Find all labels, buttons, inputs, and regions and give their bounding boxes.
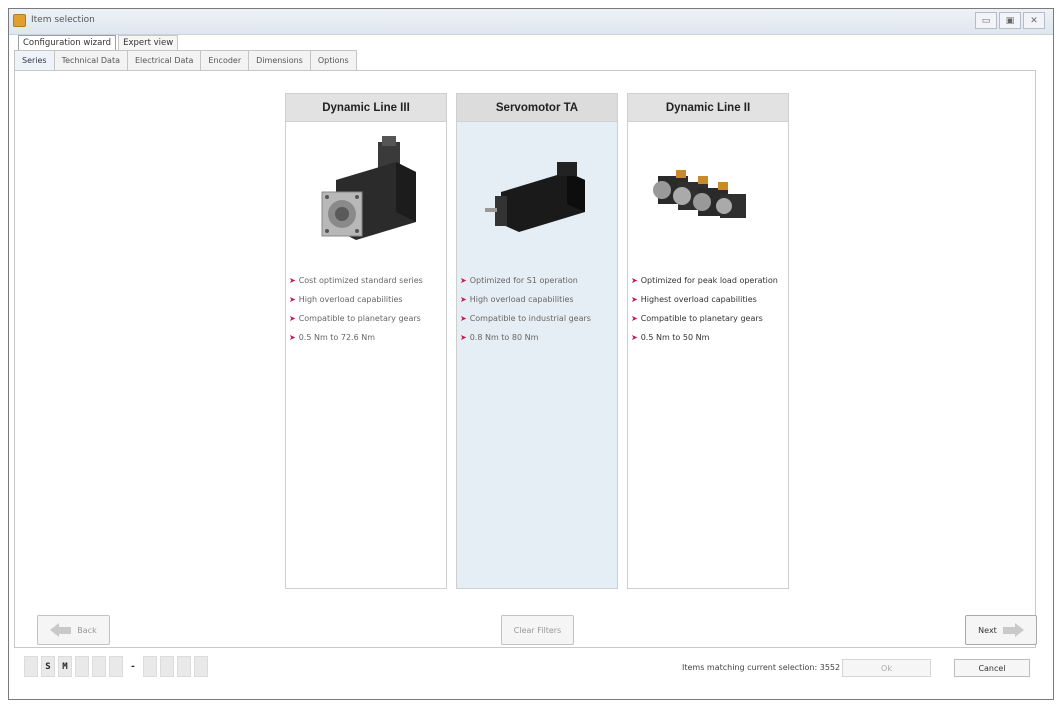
code-char	[92, 656, 106, 677]
tab-dimensions[interactable]: Dimensions	[248, 50, 311, 70]
arrow-right-icon: ➤	[631, 295, 638, 304]
back-button[interactable]: Back	[37, 615, 110, 645]
app-icon	[13, 14, 26, 27]
tab-series[interactable]: Series	[14, 50, 55, 70]
minimize-icon[interactable]: ▭	[975, 12, 997, 29]
code-char	[160, 656, 174, 677]
matching-count: Items matching current selection: 3552	[682, 663, 841, 672]
code-char: S	[41, 656, 55, 677]
feature-item: ➤ Cost optimized standard series	[289, 276, 423, 285]
tab-electrical-data[interactable]: Electrical Data	[127, 50, 202, 70]
series-card-dynamic-line-ii[interactable]: Dynamic Line II ➤ Optimized for peak load…	[627, 93, 789, 589]
next-label: Next	[978, 625, 997, 635]
arrow-right-icon: ➤	[460, 333, 467, 342]
feature-item: ➤ 0.5 Nm to 72.6 Nm	[289, 333, 375, 342]
feature-item: ➤ 0.5 Nm to 50 Nm	[631, 333, 710, 342]
feature-item: ➤ Highest overload capabilities	[631, 295, 757, 304]
window-title: Item selection	[31, 15, 95, 25]
maximize-icon[interactable]: ▣	[999, 12, 1021, 29]
tab-encoder[interactable]: Encoder	[200, 50, 250, 70]
cancel-button[interactable]: Cancel	[954, 659, 1030, 677]
mode-configuration-wizard[interactable]: Configuration wizard	[18, 35, 117, 51]
code-char: M	[58, 656, 72, 677]
arrow-right-icon: ➤	[631, 314, 638, 323]
next-button[interactable]: Next	[965, 615, 1037, 645]
code-char	[194, 656, 208, 677]
card-title: Servomotor TA	[457, 94, 617, 122]
motor-image	[457, 122, 617, 267]
window-controls: ▭ ▣ ✕	[975, 12, 1045, 29]
title-bar: Item selection ▭ ▣ ✕	[9, 9, 1053, 35]
card-title: Dynamic Line II	[628, 94, 788, 122]
type-code: S M -	[24, 656, 208, 677]
arrow-right-icon: ➤	[631, 276, 638, 285]
arrow-right-icon: ➤	[460, 295, 467, 304]
code-char	[75, 656, 89, 677]
tab-technical-data[interactable]: Technical Data	[53, 50, 128, 70]
arrow-right-icon: ➤	[289, 314, 296, 323]
arrow-right-icon: ➤	[460, 276, 467, 285]
feature-item: ➤ High overload capabilities	[460, 295, 574, 304]
arrow-right-icon: ➤	[460, 314, 467, 323]
arrow-right-icon	[1002, 623, 1024, 637]
tab-options[interactable]: Options	[309, 50, 357, 70]
back-label: Back	[77, 625, 97, 635]
feature-item: ➤ Compatible to planetary gears	[631, 314, 763, 323]
feature-item: ➤ Optimized for peak load operation	[631, 276, 778, 285]
arrow-right-icon: ➤	[289, 333, 296, 342]
clear-filters-label: Clear Filters	[513, 625, 562, 635]
clear-filters-button[interactable]: Clear Filters	[501, 615, 574, 645]
code-separator: -	[130, 661, 136, 672]
arrow-left-icon	[50, 623, 72, 637]
status-bar: S M - Items matching current selection: …	[18, 652, 1038, 686]
series-panel: Dynamic Line III ➤ Cost optimized standar…	[14, 70, 1037, 648]
series-card-dynamic-line-iii[interactable]: Dynamic Line III ➤ Cost optimized standar…	[285, 93, 447, 589]
feature-item: ➤ Optimized for S1 operation	[460, 276, 578, 285]
code-char	[109, 656, 123, 677]
arrow-right-icon: ➤	[289, 276, 296, 285]
motor-image	[628, 122, 788, 267]
category-tabs: Series Technical Data Electrical Data En…	[14, 50, 357, 70]
mode-expert-view[interactable]: Expert view	[118, 35, 179, 51]
code-char	[24, 656, 38, 677]
series-card-servomotor-ta[interactable]: Servomotor TA ➤ Optimized for S1 operatio…	[456, 93, 618, 589]
arrow-right-icon: ➤	[631, 333, 638, 342]
card-title: Dynamic Line III	[286, 94, 446, 122]
feature-item: ➤ Compatible to industrial gears	[460, 314, 591, 323]
feature-item: ➤ 0.8 Nm to 80 Nm	[460, 333, 539, 342]
close-icon[interactable]: ✕	[1023, 12, 1045, 29]
motor-image	[286, 122, 446, 267]
feature-item: ➤ Compatible to planetary gears	[289, 314, 421, 323]
arrow-right-icon: ➤	[289, 295, 296, 304]
feature-item: ➤ High overload capabilities	[289, 295, 403, 304]
code-char	[177, 656, 191, 677]
code-char	[143, 656, 157, 677]
ok-button[interactable]: Ok	[842, 659, 931, 677]
